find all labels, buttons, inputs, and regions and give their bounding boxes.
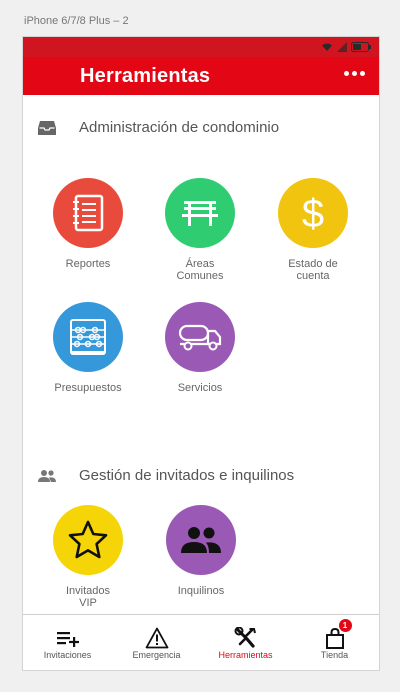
people-icon [38, 470, 56, 482]
cart-count-badge: 1 [338, 619, 352, 632]
inquilinos-circle [166, 505, 236, 575]
presupuestos-circle [53, 302, 123, 372]
bottom-tab-bar: Invitaciones Emergencia Herramientas 1 T… [23, 614, 379, 670]
tile-servicios[interactable]: Servicios [150, 302, 250, 394]
section-header-invitados: Gestión de invitados e inquilinos [23, 465, 379, 487]
tab-tienda[interactable]: 1 Tienda [290, 615, 379, 670]
add-list-icon [56, 632, 79, 647]
areas-comunes-circle [165, 178, 235, 248]
tile-label: Inquilinos [177, 585, 225, 597]
star-icon [68, 520, 108, 559]
tab-label: Invitaciones [43, 650, 92, 660]
tab-label: Emergencia [132, 650, 181, 660]
wifi-icon [322, 43, 332, 51]
estado-de-cuenta-circle: $ [278, 178, 348, 248]
tile-label: Servicios [177, 382, 223, 394]
notebook-icon [73, 194, 104, 232]
section-title: Gestión de invitados e inquilinos [79, 467, 295, 484]
tile-label: Reportes [65, 258, 111, 270]
more-options-button[interactable] [342, 69, 367, 78]
tile-label: Áreas Comunes [176, 258, 224, 282]
section-title: Administración de condominio [79, 119, 280, 136]
reportes-circle [53, 178, 123, 248]
signal-icon [337, 42, 347, 52]
warning-icon [145, 627, 168, 649]
tile-inquilinos[interactable]: Inquilinos [151, 505, 251, 597]
tab-invitaciones[interactable]: Invitaciones [23, 615, 112, 670]
tile-estado-de-cuenta[interactable]: $ Estado de cuenta [263, 178, 363, 282]
tab-emergencia[interactable]: Emergencia [112, 615, 201, 670]
tile-label: Presupuestos [54, 382, 122, 394]
group-icon [181, 527, 221, 553]
inbox-tray-icon [38, 121, 56, 135]
tile-label: Estado de cuenta [288, 258, 338, 282]
more-dot-icon [360, 71, 365, 76]
app-bar: Herramientas [23, 57, 379, 95]
phone-screen: Herramientas Administración de condomini… [22, 36, 380, 671]
tanker-truck-icon [178, 324, 222, 351]
svg-text:$: $ [302, 192, 324, 235]
tools-icon [234, 627, 256, 648]
tile-invitados-vip[interactable]: Invitados VIP [38, 505, 138, 609]
more-dot-icon [352, 71, 357, 76]
tile-label: Invitados VIP [65, 585, 111, 609]
more-dot-icon [344, 71, 349, 76]
bench-icon [182, 201, 218, 226]
invitados-vip-circle [53, 505, 123, 575]
page-title: Herramientas [80, 65, 211, 87]
status-bar [23, 37, 379, 57]
tile-areas-comunes[interactable]: Áreas Comunes [150, 178, 250, 282]
tab-label: Herramientas [218, 650, 273, 660]
frame-label: iPhone 6/7/8 Plus – 2 [24, 15, 129, 27]
tab-herramientas[interactable]: Herramientas [201, 615, 290, 670]
tile-reportes[interactable]: Reportes [38, 178, 138, 270]
dollar-icon: $ [302, 192, 324, 235]
tile-presupuestos[interactable]: Presupuestos [38, 302, 138, 394]
abacus-icon [70, 319, 106, 355]
section-header-condominio: Administración de condominio [23, 117, 379, 139]
tools-content: Administración de condominio Reportes Ár… [23, 95, 379, 616]
tab-label: Tienda [320, 650, 349, 660]
battery-icon [351, 42, 371, 52]
servicios-circle [165, 302, 235, 372]
